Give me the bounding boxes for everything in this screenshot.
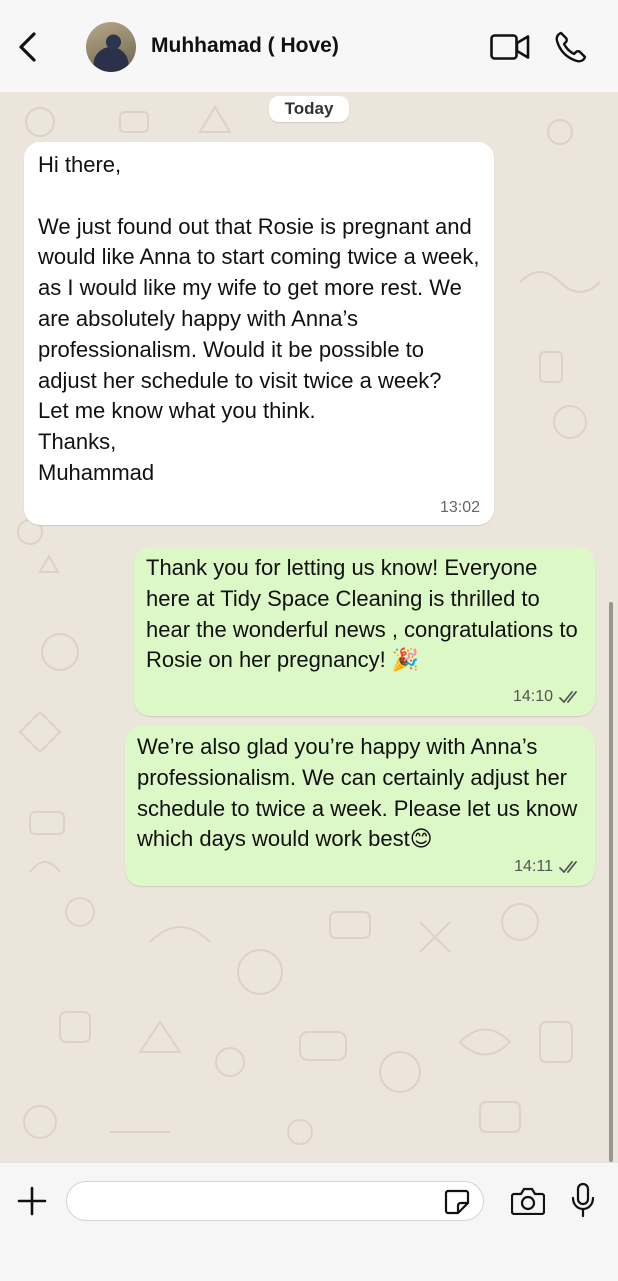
- message-meta: 14:10: [513, 688, 581, 706]
- back-chevron-icon[interactable]: [14, 30, 44, 64]
- outgoing-message-bubble[interactable]: We’re also glad you’re happy with Anna’s…: [125, 726, 595, 886]
- chat-area[interactable]: Today Hi there, We just found out that R…: [0, 92, 618, 1162]
- chat-header: Muhhamad ( Hove): [0, 0, 618, 93]
- double-check-icon: [559, 861, 577, 873]
- microphone-icon[interactable]: [570, 1182, 596, 1218]
- message-timestamp: 13:02: [439, 499, 480, 516]
- message-text: Hi there, We just found out that Rosie i…: [38, 152, 480, 485]
- message-input-box[interactable]: [66, 1181, 484, 1221]
- date-separator: Today: [269, 96, 349, 122]
- double-check-icon: [559, 691, 577, 703]
- incoming-message-bubble[interactable]: Hi there, We just found out that Rosie i…: [24, 142, 494, 525]
- composer-bar: [0, 1162, 618, 1281]
- message-meta: 14:11: [514, 858, 581, 876]
- sticker-icon[interactable]: [444, 1189, 470, 1215]
- message-timestamp: 14:10: [512, 688, 553, 705]
- scrollbar[interactable]: [609, 602, 613, 1162]
- message-input[interactable]: [81, 1182, 445, 1220]
- contact-name[interactable]: Muhhamad ( Hove): [151, 34, 339, 58]
- message-timestamp: 14:11: [514, 858, 553, 875]
- outgoing-message-bubble[interactable]: Thank you for letting us know! Everyone …: [134, 547, 595, 716]
- contact-avatar[interactable]: [86, 22, 136, 72]
- message-text: Thank you for letting us know! Everyone …: [146, 555, 578, 673]
- plus-icon[interactable]: [16, 1185, 48, 1217]
- video-call-icon[interactable]: [490, 34, 530, 60]
- message-text: We’re also glad you’re happy with Anna’s…: [137, 734, 578, 852]
- phone-call-icon[interactable]: [554, 30, 588, 64]
- camera-icon[interactable]: [511, 1187, 545, 1215]
